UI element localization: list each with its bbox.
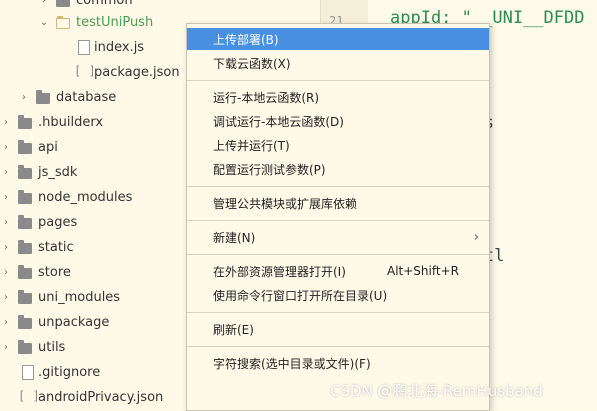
menu-item[interactable]: 调试运行-本地云函数(D) (187, 110, 489, 132)
chevron-right-icon[interactable]: › (0, 167, 12, 179)
menu-item-shortcut: Alt+Shift+R (387, 264, 459, 278)
chevron-right-icon[interactable]: › (0, 117, 12, 129)
menu-item[interactable]: 下载云函数(X) (187, 52, 489, 74)
tree-item-label: common (76, 0, 133, 8)
menu-item-label: 调试运行-本地云函数(D) (213, 114, 344, 129)
menu-item-label: 字符搜索(选中目录或文件)(F) (213, 356, 371, 371)
menu-separator (187, 220, 489, 221)
tree-item-label: index.js (94, 40, 145, 55)
menu-item-label: 管理公共模块或扩展库依赖 (213, 196, 358, 211)
file-icon (78, 40, 90, 55)
menu-separator (187, 346, 489, 347)
menu-separator (187, 186, 489, 187)
folder-icon (18, 165, 32, 179)
chevron-right-icon[interactable]: › (0, 242, 12, 254)
submenu-arrow-icon: › (473, 229, 479, 245)
chevron-right-icon[interactable]: › (18, 92, 30, 104)
json-file-icon: [ ] (74, 64, 96, 78)
tree-item-label: pages (38, 215, 78, 230)
menu-item[interactable]: 配置运行测试参数(P) (187, 158, 489, 180)
menu-separator (187, 312, 489, 313)
tree-item-label: js_sdk (38, 165, 78, 180)
menu-item-label: 新建(N) (213, 230, 256, 245)
tree-item-label: utils (38, 340, 66, 355)
tree-item-label: uni_modules (38, 290, 121, 305)
tree-item-label: .hbuilderx (38, 115, 104, 130)
tree-item-label: unpackage (38, 315, 110, 330)
tree-item-label: database (56, 90, 117, 105)
folder-icon (18, 290, 32, 304)
folder-icon (18, 190, 32, 204)
tree-item-label: node_modules (38, 190, 133, 205)
menu-item-label: 运行-本地云函数(R) (213, 90, 320, 105)
chevron-right-icon[interactable]: › (0, 192, 12, 204)
menu-item[interactable]: 字符搜索(选中目录或文件)(F) (187, 352, 489, 374)
menu-item[interactable]: 新建(N) › (187, 226, 489, 248)
menu-item[interactable]: 使用命令行窗口打开所在目录(U) (187, 284, 489, 306)
tree-item-label: static (38, 240, 74, 255)
chevron-right-icon[interactable]: › (38, 0, 50, 7)
chevron-right-icon[interactable]: › (0, 342, 12, 354)
tree-item-label: store (38, 265, 71, 280)
folder-icon (18, 115, 32, 129)
folder-icon (36, 90, 50, 104)
tree-item-label: testUniPush (76, 15, 154, 30)
folder-icon (18, 215, 32, 229)
menu-item[interactable]: 运行-本地云函数(R) (187, 86, 489, 108)
tree-item-label: api (38, 140, 58, 155)
json-file-icon: [ ] (18, 389, 40, 403)
folder-icon (56, 16, 70, 29)
chevron-right-icon[interactable]: › (0, 217, 12, 229)
chevron-right-icon[interactable]: › (0, 317, 12, 329)
menu-item[interactable]: 刷新(E) (187, 318, 489, 340)
menu-separator (187, 254, 489, 255)
file-icon (22, 365, 34, 380)
menu-item[interactable]: 管理公共模块或扩展库依赖 (187, 192, 489, 214)
menu-item-label: 在外部资源管理器打开(I) (213, 264, 346, 279)
menu-item-label: 上传部署(B) (213, 32, 279, 47)
menu-item-label: 上传并运行(T) (213, 138, 290, 153)
menu-item-label: 配置运行测试参数(P) (213, 162, 326, 177)
menu-item[interactable]: 上传并运行(T) (187, 134, 489, 156)
chevron-down-icon[interactable]: ⌄ (38, 17, 50, 29)
folder-icon (18, 315, 32, 329)
context-menu: 上传部署(B) 下载云函数(X) 运行-本地云函数(R) 调试运行-本地云函数(D) 上… (186, 23, 490, 411)
tree-item-label: androidPrivacy.json (38, 390, 164, 405)
folder-icon (56, 0, 70, 7)
menu-item[interactable]: 在外部资源管理器打开(I) Alt+Shift+R (187, 260, 489, 282)
menu-item-label: 下载云函数(X) (213, 56, 291, 71)
chevron-right-icon[interactable]: › (0, 292, 12, 304)
folder-icon (18, 340, 32, 354)
tree-item-label: package.json (94, 65, 180, 80)
menu-item-label: 使用命令行窗口打开所在目录(U) (213, 288, 388, 303)
folder-icon (18, 140, 32, 154)
folder-icon (18, 240, 32, 254)
folder-icon (18, 265, 32, 279)
tree-item-label: .gitignore (38, 365, 101, 380)
chevron-right-icon[interactable]: › (0, 142, 12, 154)
menu-separator (187, 80, 489, 81)
menu-item-label: 刷新(E) (213, 322, 254, 337)
watermark: CSDN @鹏北海-RemHusband (330, 382, 543, 400)
chevron-right-icon[interactable]: › (0, 267, 12, 279)
menu-item[interactable]: 上传部署(B) (187, 28, 489, 50)
